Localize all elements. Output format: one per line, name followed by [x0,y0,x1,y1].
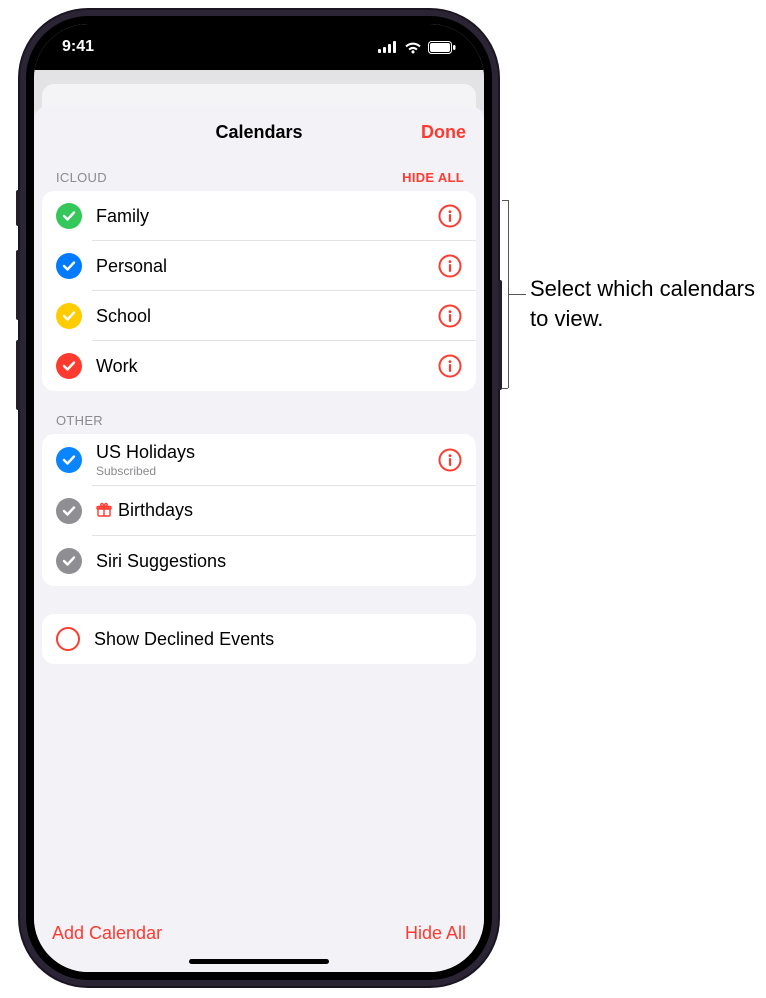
info-button[interactable] [438,254,462,278]
modal-header: Calendars Done [34,106,484,158]
calendar-name: Siri Suggestions [96,551,462,572]
calendar-name: Work [96,356,438,377]
other-group: US Holidays Subscribed [42,434,476,586]
callout-text: Select which calendars to view. [530,274,758,333]
checkmark-icon [56,253,82,279]
page-title: Calendars [215,122,302,143]
row-main: Show Declined Events [94,621,462,658]
status-right [378,41,456,54]
phone-frame: 9:41 Calendars Do [20,10,498,986]
hide-all-button[interactable]: Hide All [405,923,466,944]
checkmark-icon [56,353,82,379]
calendars-sheet: Calendars Done ICLOUD HIDE ALL Fam [34,106,484,972]
declined-group: Show Declined Events [42,614,476,664]
info-button[interactable] [438,204,462,228]
cellular-icon [378,41,398,53]
section-label: OTHER [56,413,103,428]
section-label: ICLOUD [56,170,107,185]
row-main: Siri Suggestions [96,543,462,580]
callout-tick [502,200,508,201]
info-button[interactable] [438,448,462,472]
home-indicator [189,959,329,964]
calendar-name-text: Birthdays [118,500,193,520]
hide-all-icloud-button[interactable]: HIDE ALL [402,170,464,185]
calendar-row-us-holidays[interactable]: US Holidays Subscribed [42,434,476,486]
row-main: School [96,298,438,335]
icloud-group: Family Personal [42,191,476,391]
calendar-row-school[interactable]: School [42,291,476,341]
calendar-name: School [96,306,438,327]
calendar-row-personal[interactable]: Personal [42,241,476,291]
row-main: Work [96,348,438,385]
declined-label: Show Declined Events [94,629,462,650]
screen: 9:41 Calendars Do [34,24,484,972]
info-button[interactable] [438,354,462,378]
sheet-backdrop [34,70,484,110]
checkmark-icon [56,498,82,524]
checkmark-icon [56,203,82,229]
calendar-name: Birthdays [96,500,462,523]
row-main: Personal [96,248,438,285]
calendar-row-family[interactable]: Family [42,191,476,241]
calendar-row-siri[interactable]: Siri Suggestions [42,536,476,586]
info-button[interactable] [438,304,462,328]
status-time: 9:41 [62,38,94,56]
row-main: Family [96,198,438,235]
section-header-other: OTHER [34,391,484,434]
callout-line [508,294,526,295]
battery-icon [428,41,456,54]
callout-tick [502,388,508,389]
side-button [16,340,20,410]
gift-icon [96,502,112,523]
show-declined-toggle[interactable]: Show Declined Events [42,614,476,664]
section-header-icloud: ICLOUD HIDE ALL [34,158,484,191]
row-main: US Holidays Subscribed [96,434,438,486]
calendar-row-work[interactable]: Work [42,341,476,391]
checkmark-icon [56,447,82,473]
side-button [16,250,20,320]
checkmark-icon [56,303,82,329]
done-button[interactable]: Done [421,106,466,158]
row-main: Birthdays [96,492,462,531]
side-button [498,280,502,390]
calendar-row-birthdays[interactable]: Birthdays [42,486,476,536]
calendar-name: Personal [96,256,438,277]
checkmark-icon [56,548,82,574]
calendar-name: US Holidays [96,442,438,463]
calendar-subtitle: Subscribed [96,464,438,478]
side-button [16,190,20,226]
add-calendar-button[interactable]: Add Calendar [52,923,162,944]
dynamic-island [195,36,323,70]
unchecked-circle-icon [56,627,80,651]
wifi-icon [404,41,422,54]
calendar-name: Family [96,206,438,227]
